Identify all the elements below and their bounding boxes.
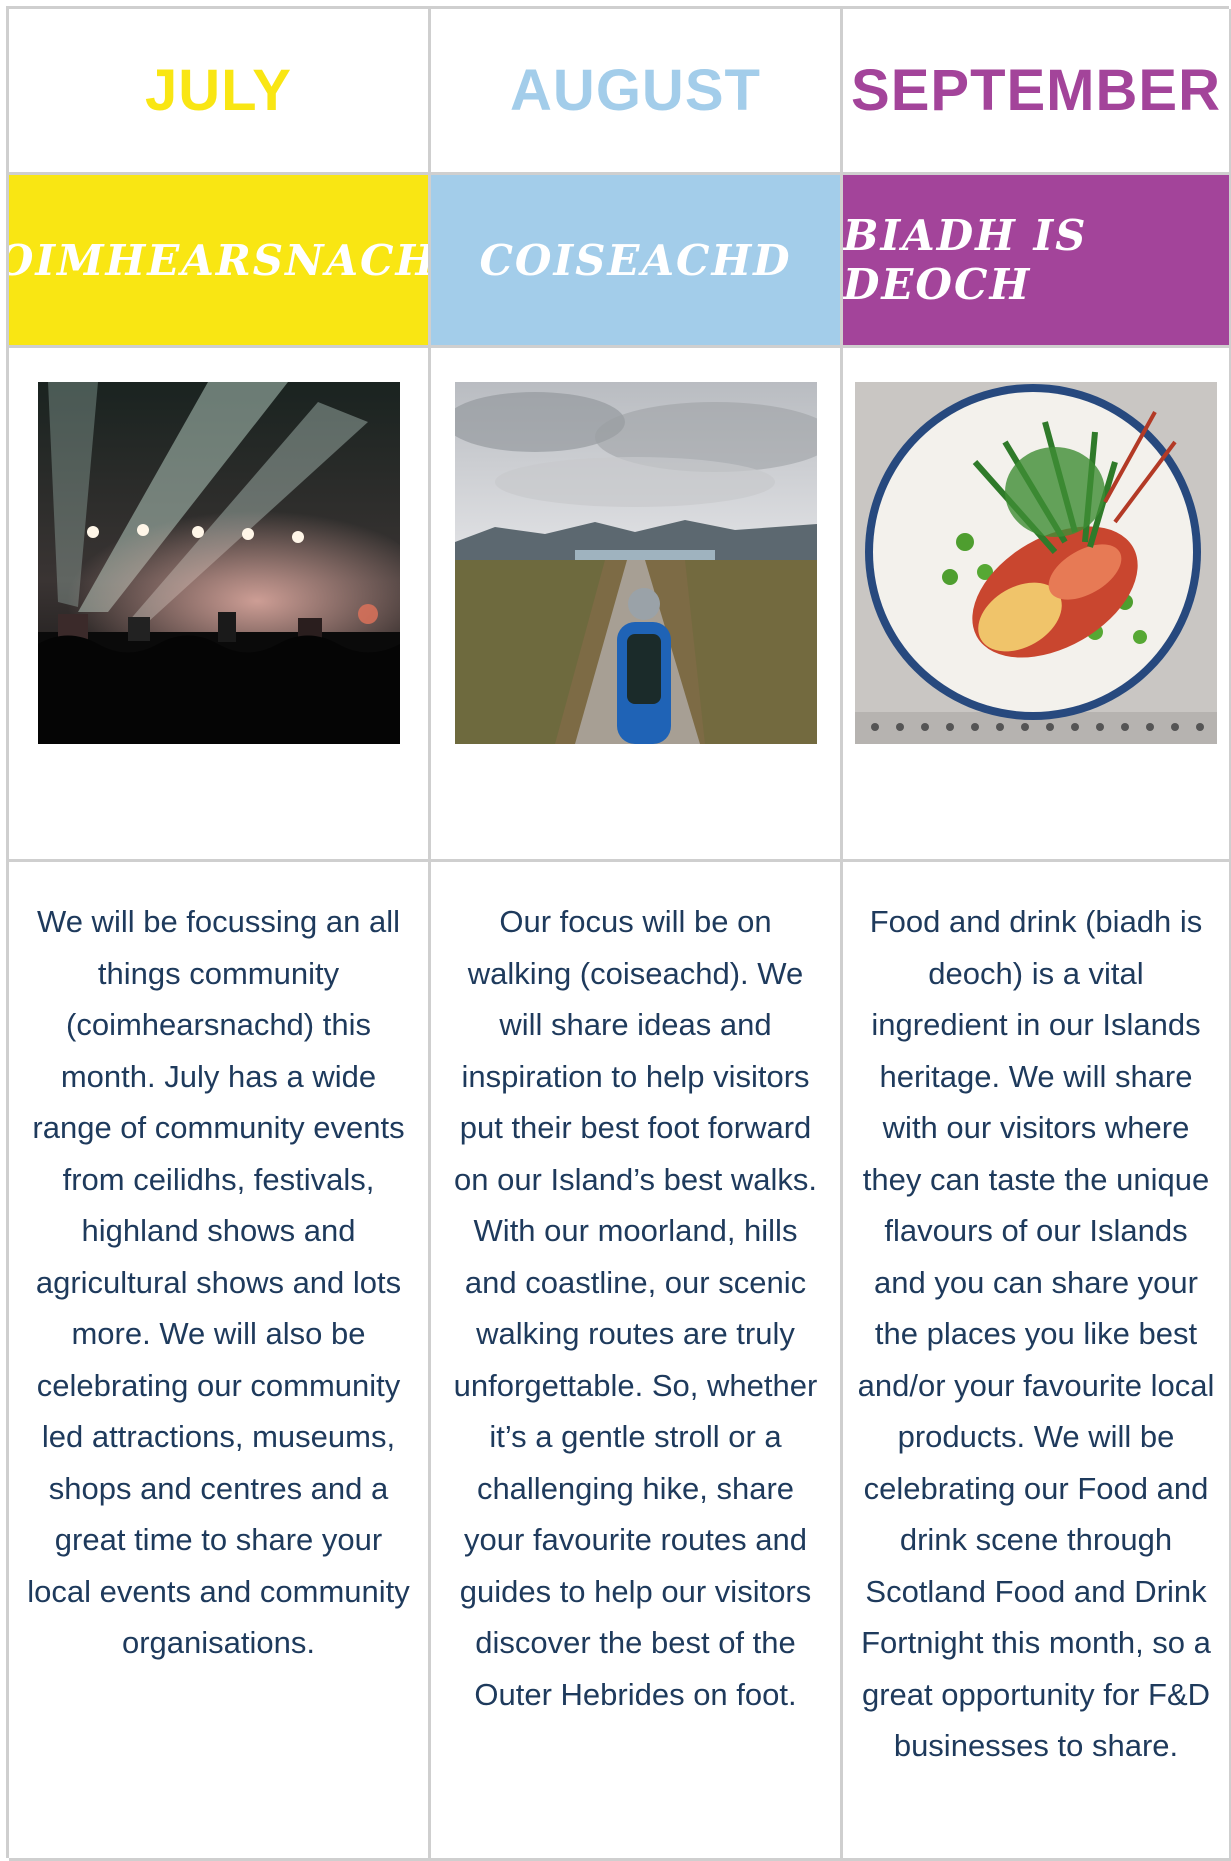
month-label: JULY: [145, 58, 292, 123]
description-july: We will be focussing an all things commu…: [9, 862, 431, 1861]
description-august: Our focus will be on walking (coiseachd)…: [431, 862, 843, 1861]
month-header-august: AUGUST: [431, 9, 843, 175]
lobster-dish-photo: [855, 382, 1217, 744]
month-label: AUGUST: [510, 58, 761, 123]
theme-banner-september: BIADH IS DEOCH: [843, 175, 1231, 348]
theme-label: COISEACHD: [479, 235, 792, 285]
photo-cell-july: [9, 348, 431, 862]
month-header-july: JULY: [9, 9, 431, 175]
photo-cell-september: [843, 348, 1231, 862]
concert-stage-photo: [37, 382, 400, 744]
theme-label: COIMHEARSNACHD: [9, 235, 428, 285]
theme-banner-july: COIMHEARSNACHD: [9, 175, 431, 348]
monthly-theme-table: JULY AUGUST SEPTEMBER COIMHEARSNACHD COI…: [6, 6, 1231, 1861]
description-text: We will be focussing an all things commu…: [27, 904, 410, 1660]
theme-label: BIADH IS DEOCH: [843, 211, 1088, 309]
photo-cell-august: [431, 348, 843, 862]
hiker-path-photo: [454, 382, 817, 744]
month-header-september: SEPTEMBER: [843, 9, 1231, 175]
description-text: Food and drink (biadh is deoch) is a vit…: [857, 904, 1215, 1763]
description-september: Food and drink (biadh is deoch) is a vit…: [843, 862, 1231, 1861]
month-label: SEPTEMBER: [851, 58, 1221, 123]
description-text: Our focus will be on walking (coiseachd)…: [453, 904, 818, 1712]
theme-banner-august: COISEACHD: [431, 175, 843, 348]
